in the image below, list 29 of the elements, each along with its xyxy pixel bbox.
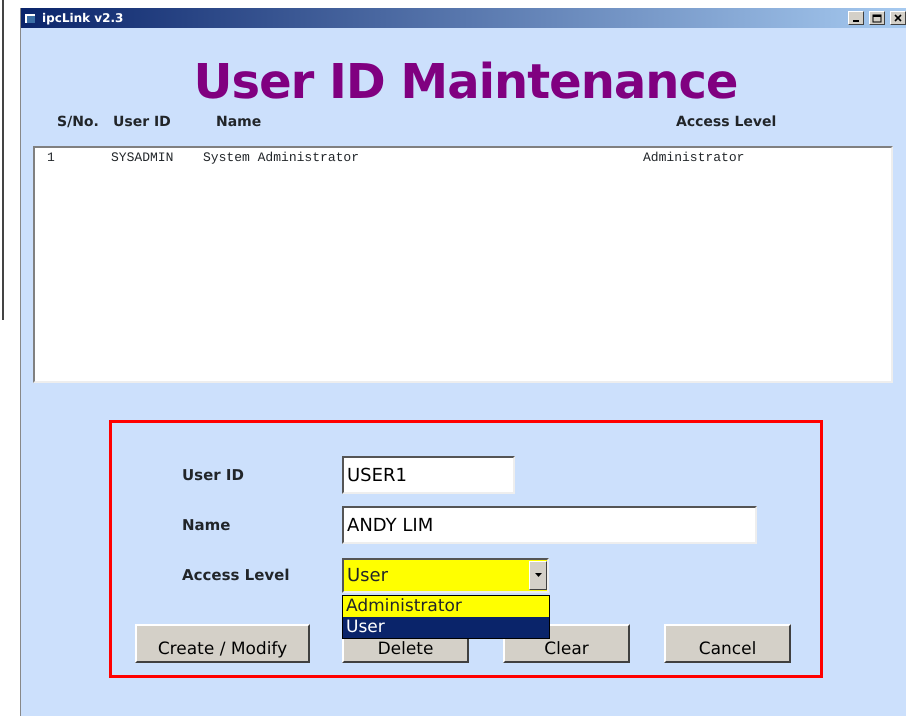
user-list[interactable]: 1 SYSADMIN System Administrator Administrator bbox=[33, 146, 893, 383]
table-cell: Administrator bbox=[643, 150, 744, 165]
table-cell: 1 bbox=[47, 150, 55, 165]
maximize-icon bbox=[872, 14, 882, 22]
field-label: Name bbox=[181, 516, 232, 534]
input-field[interactable]: USER1 bbox=[342, 456, 515, 494]
column-header: S/No. bbox=[57, 114, 99, 130]
maximize-button[interactable] bbox=[869, 11, 885, 25]
column-header: Name bbox=[216, 114, 262, 130]
dropdown-button[interactable] bbox=[529, 560, 547, 590]
minimize-button[interactable] bbox=[848, 11, 864, 25]
app-icon bbox=[25, 12, 37, 24]
column-header: Access Level bbox=[676, 114, 776, 130]
close-button[interactable] bbox=[890, 11, 906, 25]
caret-icon bbox=[534, 573, 542, 577]
dropdown-option[interactable]: Administrator bbox=[343, 596, 549, 617]
input-field[interactable]: ANDY LIM bbox=[342, 506, 757, 544]
page-heading: User ID Maintenance bbox=[192, 54, 738, 110]
column-header: User ID bbox=[113, 114, 171, 130]
action-button[interactable]: Create / Modify bbox=[135, 624, 310, 663]
action-button[interactable]: Cancel bbox=[664, 624, 791, 663]
dropdown-field[interactable]: User bbox=[342, 558, 549, 592]
table-cell: SYSADMIN bbox=[111, 150, 174, 165]
field-label: User ID bbox=[181, 466, 245, 484]
dropdown-option[interactable]: User bbox=[343, 617, 549, 638]
table-cell: System Administrator bbox=[203, 150, 360, 165]
field-label: Access Level bbox=[181, 566, 290, 584]
window-title: ipcLink v2.3 bbox=[42, 11, 124, 25]
close-icon bbox=[894, 14, 902, 22]
